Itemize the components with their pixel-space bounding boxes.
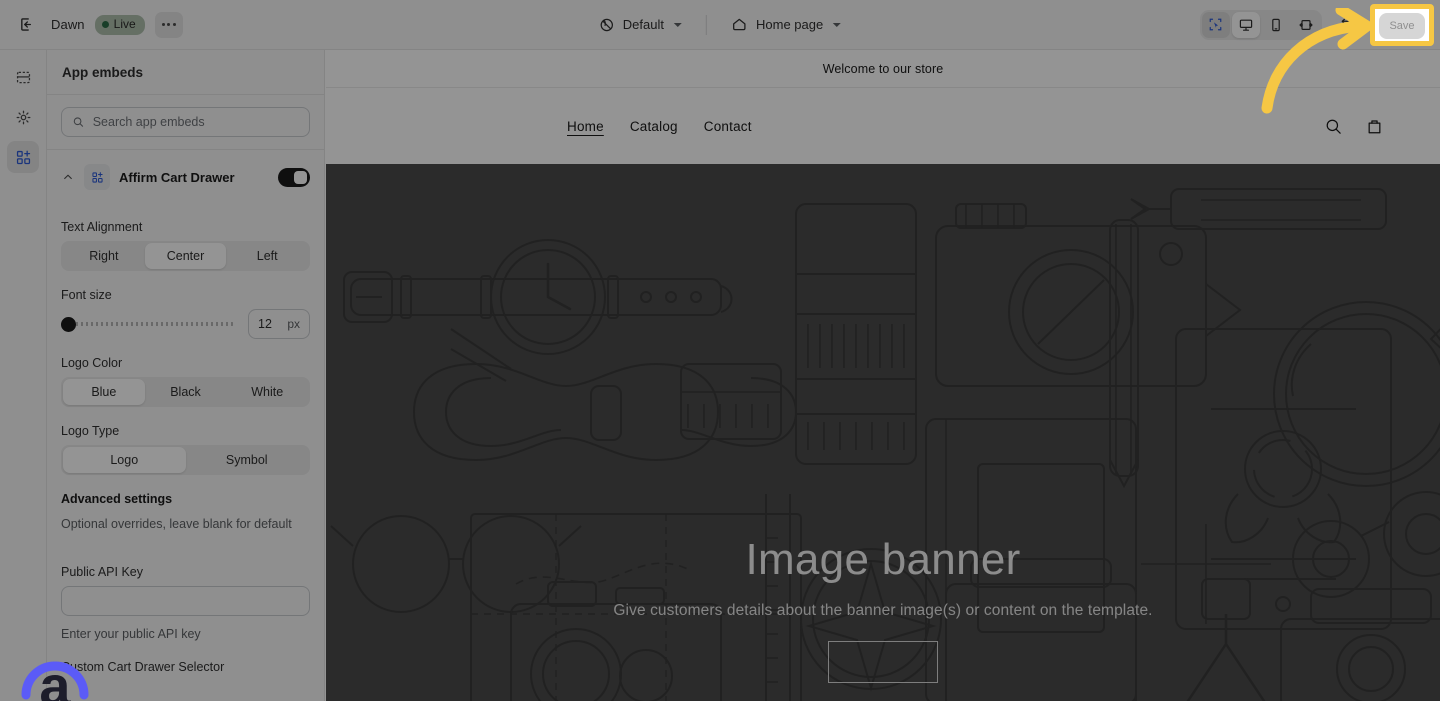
gear-icon: [16, 110, 30, 124]
theme-selector-label: Default: [622, 17, 664, 32]
text-alignment-option-center[interactable]: Center: [144, 243, 227, 269]
app-embed-title: Affirm Cart Drawer: [119, 169, 235, 185]
undo-button[interactable]: [1332, 11, 1360, 39]
store-header: Home Catalog Contact: [326, 88, 1440, 164]
logo-type-label: Logo Type: [61, 424, 120, 438]
app-embed-header-row: Affirm Cart Drawer: [47, 150, 324, 203]
banner-subtitle: Give customers details about the banner …: [613, 602, 1153, 620]
chevron-down-icon: [673, 22, 682, 27]
sidebar-item-app-embeds[interactable]: [7, 141, 39, 173]
public-api-key-label: Public API Key: [61, 564, 143, 579]
home-icon: [733, 18, 746, 31]
desktop-view-button[interactable]: [1231, 11, 1260, 38]
sidebar-item-settings[interactable]: [7, 101, 39, 133]
page-title: App embeds: [62, 64, 144, 80]
advanced-settings-heading: Advanced settings: [61, 492, 173, 506]
announcement-bar: Welcome to our store: [326, 50, 1440, 88]
advanced-settings-help: Optional overrides, leave blank for defa…: [61, 517, 292, 531]
banner-cta-button[interactable]: [828, 641, 938, 684]
status-badge-label: Live: [113, 17, 136, 31]
logo-color-option-black[interactable]: Black: [145, 379, 227, 405]
more-actions-button[interactable]: [154, 11, 183, 38]
page-selector[interactable]: Home page: [721, 11, 851, 38]
logo-color-segmented: Blue Black White: [61, 377, 310, 407]
font-size-label: Font size: [61, 288, 112, 302]
image-banner-section: Image banner Give customers details abou…: [326, 164, 1440, 701]
store-nav-icons: [1324, 117, 1384, 136]
dot: [161, 23, 165, 26]
divider: [705, 14, 707, 35]
save-button-wrapper: Save: [1369, 9, 1430, 40]
device-toggle-group: [1199, 9, 1322, 40]
logo-color-label: Logo Color: [61, 356, 123, 370]
save-button[interactable]: Save: [1369, 9, 1430, 40]
fullwidth-view-button[interactable]: [1292, 12, 1320, 38]
exit-icon[interactable]: [11, 10, 41, 40]
dot: [172, 23, 176, 26]
slider-track: [61, 322, 234, 326]
top-bar: Dawn Live Default Home page Save: [0, 0, 1440, 50]
logo-type-segmented: Logo Symbol: [61, 445, 310, 475]
cart-icon[interactable]: [1365, 117, 1384, 136]
text-alignment-option-right[interactable]: Right: [63, 243, 145, 269]
apps-icon: [16, 150, 30, 164]
toggle-knob: [294, 170, 307, 184]
page-selector-label: Home page: [755, 17, 824, 32]
left-icon-rail: [0, 50, 47, 701]
font-size-unit: px: [287, 317, 300, 331]
top-bar-right-group: Save: [1199, 9, 1430, 40]
settings-sidebar: App embeds Search app embeds Affirm Cart…: [47, 50, 325, 701]
app-embed-toggle[interactable]: [278, 167, 310, 187]
font-size-slider[interactable]: [61, 314, 234, 334]
top-bar-left-group: Dawn Live: [0, 10, 183, 40]
nav-link-catalog[interactable]: Catalog: [630, 119, 678, 134]
font-size-row: 12 px: [61, 309, 310, 339]
nav-link-home[interactable]: Home: [567, 119, 604, 134]
logo-type-option-symbol[interactable]: Symbol: [186, 447, 309, 473]
search-icon: [73, 117, 84, 127]
search-icon[interactable]: [1324, 117, 1343, 136]
search-field-wrapper[interactable]: [61, 107, 310, 137]
sidebar-fields: Text Alignment Right Center Left Font si…: [47, 220, 324, 674]
inspector-tool-button[interactable]: [1201, 11, 1230, 38]
search-input[interactable]: [92, 115, 299, 129]
store-nav-links: Home Catalog Contact: [567, 119, 752, 134]
public-api-key-input[interactable]: [61, 585, 310, 616]
text-alignment-label: Text Alignment: [61, 220, 143, 234]
chevron-up-icon[interactable]: [61, 170, 75, 184]
sidebar-item-sections[interactable]: [7, 61, 39, 93]
search-section: [47, 95, 324, 150]
logo-type-option-logo[interactable]: Logo: [63, 447, 186, 473]
chevron-down-icon: [833, 22, 842, 27]
mobile-view-button[interactable]: [1262, 12, 1290, 38]
public-api-key-help: Enter your public API key: [61, 626, 201, 641]
status-dot: [101, 20, 109, 28]
dot: [167, 23, 171, 26]
sidebar-header: App embeds: [47, 50, 324, 95]
banner-text-block: Image banner Give customers details abou…: [326, 535, 1440, 684]
nav-link-contact[interactable]: Contact: [704, 119, 752, 134]
store-name[interactable]: Dawn: [51, 17, 85, 32]
theme-preview: Welcome to our store Home Catalog Contac…: [326, 50, 1440, 701]
theme-selector[interactable]: Default: [589, 12, 692, 38]
sections-icon: [16, 71, 30, 83]
status-badge: Live: [94, 14, 145, 35]
top-bar-center-group: Default Home page: [589, 11, 851, 38]
text-alignment-segmented: Right Center Left: [61, 241, 310, 271]
slider-thumb[interactable]: [61, 316, 76, 332]
text-alignment-option-left[interactable]: Left: [226, 243, 308, 269]
app-root: Dawn Live Default Home page Save App emb…: [0, 0, 1440, 701]
font-size-value-field[interactable]: 12 px: [248, 309, 310, 339]
logo-color-option-blue[interactable]: Blue: [63, 379, 145, 405]
logo-color-option-white[interactable]: White: [226, 379, 308, 405]
app-embed-icon: [84, 164, 110, 190]
banner-title: Image banner: [745, 535, 1021, 584]
globe-icon: [600, 18, 613, 31]
font-size-value: 12: [258, 317, 272, 331]
custom-cart-drawer-selector-label: Custom Cart Drawer Selector: [61, 659, 225, 674]
